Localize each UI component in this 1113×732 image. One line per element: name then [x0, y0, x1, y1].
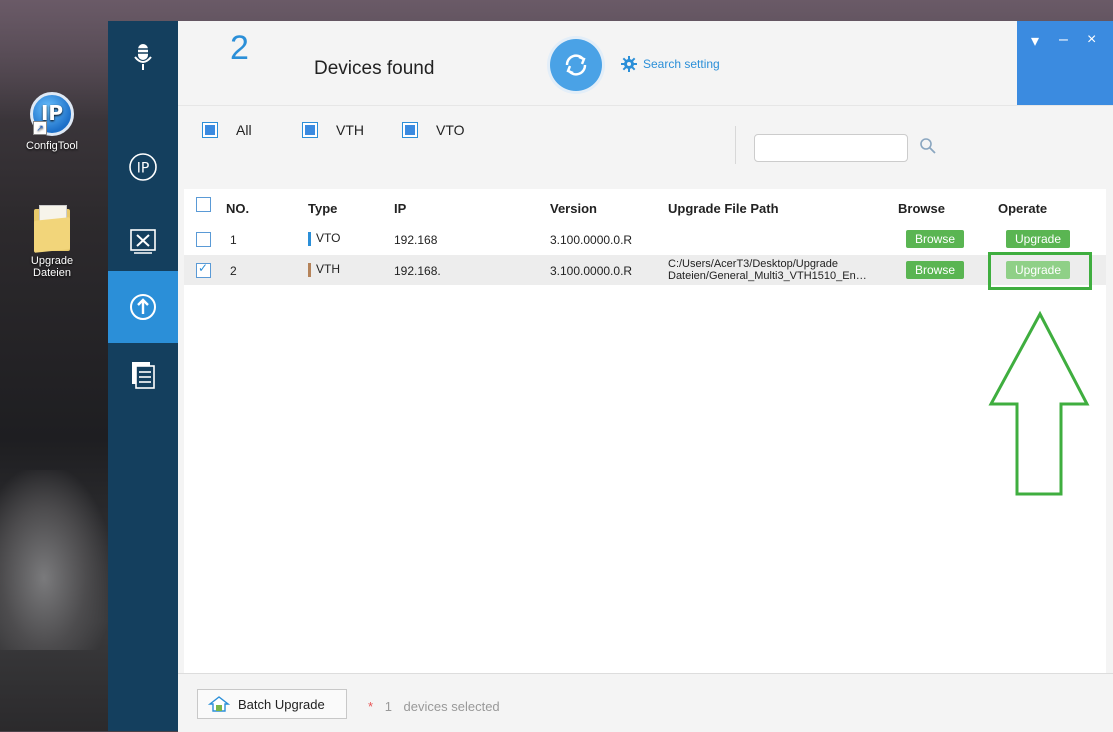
- document-list-icon: [132, 362, 155, 389]
- required-star: *: [368, 699, 374, 714]
- device-table: NO. Type IP Version Upgrade File Path Br…: [184, 189, 1106, 673]
- refresh-icon: [565, 54, 587, 76]
- footer: Batch Upgrade * 1 devices selected: [178, 673, 1113, 732]
- device-count: 2: [230, 29, 249, 67]
- sidebar-item-tools[interactable]: [108, 205, 178, 277]
- sidebar-item-ip[interactable]: IP: [108, 131, 178, 203]
- table-row[interactable]: 1 VTO 192.168 3.100.0000.0.R Browse Upgr…: [184, 227, 1106, 251]
- col-browse: Browse: [898, 201, 945, 216]
- filter-all-checkbox[interactable]: [202, 122, 218, 138]
- desktop-rock: [0, 470, 110, 650]
- close-icon[interactable]: ×: [1087, 31, 1096, 49]
- row-no: 1: [230, 233, 237, 247]
- folder-icon: [34, 205, 70, 253]
- select-all-checkbox[interactable]: [196, 197, 211, 212]
- path-line-1: C:/Users/AcerT3/Desktop/Upgrade: [668, 258, 838, 270]
- filter-vth[interactable]: VTH: [302, 122, 364, 138]
- filter-vto-checkbox[interactable]: [402, 122, 418, 138]
- sidebar-item-upgrade[interactable]: [108, 271, 178, 343]
- search-setting-link[interactable]: Search setting: [621, 56, 720, 72]
- browse-button[interactable]: Browse: [906, 230, 965, 248]
- col-operate: Operate: [998, 201, 1048, 216]
- configtool-desktop-icon[interactable]: IP ↗ ConfigTool: [12, 92, 92, 152]
- batch-upgrade-button[interactable]: Batch Upgrade: [197, 689, 347, 719]
- main-panel: 2 Devices found Search setting ▾ – × All…: [178, 21, 1113, 732]
- microphone-icon: [134, 44, 152, 70]
- table-row[interactable]: 2 VTH 192.168. 3.100.0000.0.R C:/Users/A…: [184, 255, 1106, 285]
- menu-dropdown-icon[interactable]: ▾: [1031, 31, 1039, 51]
- page-title: Devices found: [314, 58, 435, 79]
- col-version: Version: [550, 201, 597, 216]
- configtool-label: ConfigTool: [26, 140, 78, 152]
- sidebar-item-list[interactable]: [108, 339, 178, 411]
- col-upgrade-file-path: Upgrade File Path: [668, 201, 779, 216]
- search-input[interactable]: [754, 134, 908, 162]
- filter-vth-checkbox[interactable]: [302, 122, 318, 138]
- upgrade-icon: [130, 294, 156, 320]
- row-type: VTH: [308, 262, 340, 277]
- sidebar: IP: [108, 21, 178, 731]
- filter-bar: All VTH VTO: [178, 105, 1113, 190]
- col-ip: IP: [394, 201, 407, 216]
- row-ip: 192.168: [394, 233, 438, 247]
- filter-all-label: All: [236, 122, 252, 138]
- row-checkbox[interactable]: [196, 261, 211, 278]
- row-checkbox[interactable]: [196, 232, 211, 247]
- row-type-label: VTO: [316, 231, 341, 245]
- row-no: 2: [230, 264, 237, 278]
- configtool-window: IP 2 Devices found Search setting ▾ – × …: [108, 21, 1113, 732]
- table-header: NO. Type IP Version Upgrade File Path Br…: [184, 189, 1106, 223]
- row-version: 3.100.0000.0.R: [550, 264, 633, 278]
- row-type-label: VTH: [316, 262, 340, 276]
- row-version: 3.100.0000.0.R: [550, 233, 633, 247]
- filter-vto[interactable]: VTO: [402, 122, 465, 138]
- minimize-icon[interactable]: –: [1059, 31, 1068, 49]
- col-type: Type: [308, 201, 338, 216]
- upgrade-folder-desktop-icon[interactable]: Upgrade Dateien: [12, 205, 92, 279]
- batch-upgrade-label: Batch Upgrade: [238, 696, 325, 712]
- gear-icon: [621, 56, 637, 72]
- filter-all[interactable]: All: [202, 122, 252, 138]
- search-setting-label: Search setting: [643, 57, 720, 71]
- header: 2 Devices found Search setting ▾ – ×: [178, 21, 1113, 105]
- vto-type-marker: [308, 231, 311, 246]
- filter-vth-label: VTH: [336, 122, 364, 138]
- upgrade-folder-label: Upgrade Dateien: [30, 255, 74, 279]
- refresh-button[interactable]: [550, 39, 602, 91]
- svg-text:IP: IP: [137, 161, 150, 177]
- row-ip: 192.168.: [394, 264, 441, 278]
- selected-text: devices selected: [403, 699, 500, 714]
- row-upgrade-file-path: C:/Users/AcerT3/Desktop/Upgrade Dateien/…: [668, 258, 867, 282]
- filter-vto-label: VTO: [436, 122, 465, 138]
- upgrade-highlight-box: [988, 252, 1092, 290]
- configtool-logo-icon: IP ↗: [30, 92, 74, 136]
- selected-count: 1: [384, 699, 392, 714]
- browse-button[interactable]: Browse: [906, 261, 965, 279]
- divider: [735, 126, 736, 164]
- window-controls: ▾ – ×: [1017, 21, 1113, 105]
- upgrade-button[interactable]: Upgrade: [1006, 230, 1071, 248]
- row-type: VTO: [308, 231, 340, 246]
- annotation-arrow-icon: [988, 310, 1090, 496]
- batch-upgrade-icon: [208, 696, 230, 712]
- col-no: NO.: [226, 201, 250, 216]
- tools-icon: [130, 229, 156, 254]
- sidebar-item-microphone[interactable]: [108, 21, 178, 93]
- shortcut-arrow-icon: ↗: [33, 121, 47, 135]
- search-icon[interactable]: [918, 136, 938, 156]
- path-line-2: Dateien/General_Multi3_VTH1510_En…: [668, 270, 867, 282]
- ip-icon: IP: [129, 153, 157, 181]
- selection-status: * 1 devices selected: [368, 699, 500, 714]
- vth-type-marker: [308, 262, 311, 277]
